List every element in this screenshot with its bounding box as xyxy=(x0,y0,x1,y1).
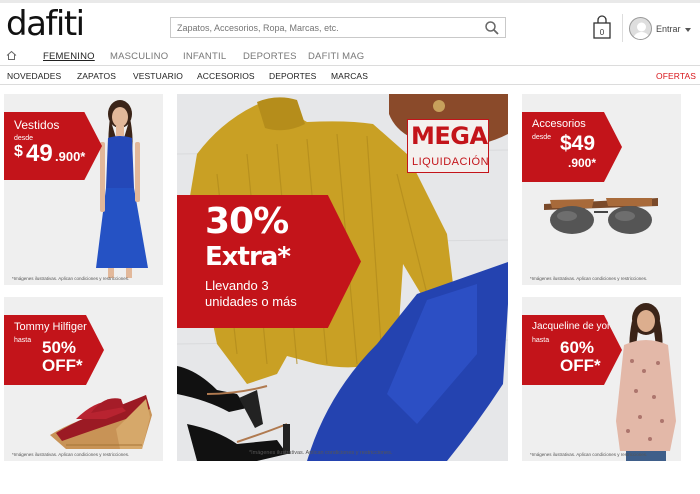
banner-vestidos[interactable]: Vestidos desde $ 49 .900* *Imágenes ilus… xyxy=(4,94,163,285)
login-menu[interactable]: Entrar xyxy=(656,24,691,34)
cart-count: 0 xyxy=(600,28,605,37)
tag-condition-line1: Llevando 3 xyxy=(205,278,269,293)
disclaimer: *Imágenes ilustrativas. Aplican condicio… xyxy=(530,452,648,457)
mega-liquidacion-badge: MEGA LIQUIDACIÓN xyxy=(407,119,489,173)
tag-title: Vestidos xyxy=(14,118,60,132)
dafiti-logo[interactable]: dafiti xyxy=(6,4,85,44)
banner-jacqueline-de-yong[interactable]: Jacqueline de yong hasta 60% OFF* *Imáge… xyxy=(522,297,681,461)
disclaimer: *Imágenes ilustrativas. Aplican condicio… xyxy=(530,276,648,281)
tab-infantil[interactable]: INFANTIL xyxy=(183,51,226,62)
menu-zapatos[interactable]: ZAPATOS xyxy=(77,71,116,81)
tag-subtitle: desde xyxy=(532,134,552,141)
tag-title: Jacqueline de yong xyxy=(532,321,619,332)
tag-price: $49 xyxy=(560,132,596,155)
shopping-bag-icon[interactable]: 0 xyxy=(593,15,611,39)
promo-tag-30-extra: 30% Extra* Llevando 3 unidades o más xyxy=(177,195,361,328)
disclaimer: *Imágenes ilustrativas. Aplican condicio… xyxy=(12,276,130,281)
tag-subtitle: hasta xyxy=(532,337,550,344)
tag-price-cents: .900* xyxy=(55,149,86,164)
tag-title: Accesorios xyxy=(532,118,586,130)
tag-price: 49 xyxy=(26,140,53,167)
promo-tag-vestidos: Vestidos desde $ 49 .900* xyxy=(4,112,102,180)
search-icon[interactable] xyxy=(484,20,500,36)
menu-deportes[interactable]: DEPORTES xyxy=(269,71,316,81)
mega-title: MEGA xyxy=(411,122,488,150)
tab-masculino[interactable]: MASCULINO xyxy=(110,51,168,62)
wedge-sandal-image xyxy=(50,395,152,449)
price-symbol: $ xyxy=(14,143,23,160)
promo-tag-jacqueline: Jacqueline de yong hasta 60% OFF* xyxy=(522,315,622,385)
top-border xyxy=(0,0,700,3)
banner-accesorios[interactable]: Accesorios desde $49 .900* *Imágenes ilu… xyxy=(522,94,681,285)
menu-marcas[interactable]: MARCAS xyxy=(331,71,368,81)
tag-discount: 50% xyxy=(42,338,77,357)
banner-tommy-hilfiger[interactable]: Tommy Hilfiger hasta 50% OFF* *Imágenes … xyxy=(4,297,163,461)
tag-title: Tommy Hilfiger xyxy=(14,321,87,333)
search-input[interactable] xyxy=(171,18,471,38)
chevron-down-icon[interactable] xyxy=(684,27,691,32)
dress-model-image xyxy=(96,100,148,278)
tag-condition-line2: unidades o más xyxy=(205,294,297,309)
menu-accesorios[interactable]: ACCESORIOS xyxy=(197,71,255,81)
tab-femenino[interactable]: FEMENINO xyxy=(43,51,95,62)
home-icon[interactable] xyxy=(6,50,17,61)
blouse-model-image xyxy=(616,303,676,461)
menu-vestuario[interactable]: VESTUARIO xyxy=(133,71,183,81)
user-avatar-icon[interactable] xyxy=(629,17,652,40)
tag-discount: 60% xyxy=(560,338,595,357)
promo-tag-tommy: Tommy Hilfiger hasta 50% OFF* xyxy=(4,315,104,385)
menu-ofertas[interactable]: OFERTAS xyxy=(656,71,696,81)
category-navigation: NOVEDADES ZAPATOS VESTUARIO ACCESORIOS D… xyxy=(0,67,700,85)
disclaimer: *Imágenes ilustrativas. Aplican condicio… xyxy=(12,452,130,457)
tag-off: OFF* xyxy=(560,356,601,375)
tag-extra: Extra* xyxy=(205,242,291,272)
gender-navigation: FEMENINO MASCULINO INFANTIL DEPORTES DAF… xyxy=(0,48,700,66)
mega-subtitle: LIQUIDACIÓN xyxy=(412,156,490,168)
tab-deportes[interactable]: DEPORTES xyxy=(243,51,297,62)
promo-tag-accesorios: Accesorios desde $49 .900* xyxy=(522,112,622,182)
sunglasses-image xyxy=(544,198,658,234)
tag-off: OFF* xyxy=(42,356,83,375)
tag-discount: 30% xyxy=(205,201,289,242)
disclaimer: *Imágenes ilustrativas. Aplican condicio… xyxy=(249,450,393,456)
menu-novedades[interactable]: NOVEDADES xyxy=(7,71,61,81)
search-box[interactable] xyxy=(170,17,506,38)
header-divider xyxy=(622,14,623,42)
tag-subtitle: hasta xyxy=(14,337,32,344)
login-label[interactable]: Entrar xyxy=(656,24,681,34)
tag-price-cents: .900* xyxy=(568,156,597,170)
tab-dafiti-mag[interactable]: DAFITI MAG xyxy=(308,51,364,62)
